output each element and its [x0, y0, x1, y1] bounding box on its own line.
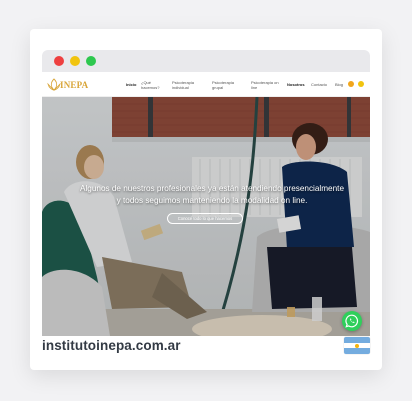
logo-text: INEPA: [60, 80, 89, 90]
hero-cta-button[interactable]: Conocé todo lo que hacemos: [167, 213, 243, 224]
nav-item-nosotros[interactable]: Nosotros: [287, 82, 305, 87]
nav-item-contacto[interactable]: Contacto: [311, 82, 327, 87]
close-dot-icon[interactable]: [54, 56, 64, 66]
hero-line-2: y todos seguimos manteniendo la modalida…: [116, 196, 308, 205]
nav-item-que-hacemos[interactable]: ¿Qué hacemos?: [141, 80, 163, 90]
hero-line-1: Algunos de nuestros profesionales ya est…: [80, 184, 344, 193]
nav-item-psicoterapia-online[interactable]: Psicoterapia on line: [251, 80, 279, 90]
browser-window: INEPA Inicio ¿Qué hacemos? Psicoterapia …: [42, 50, 370, 336]
site-navbar: INEPA Inicio ¿Qué hacemos? Psicoterapia …: [42, 72, 370, 97]
nav-item-psicoterapia-individual[interactable]: Psicoterapia individual: [172, 80, 200, 90]
instagram-icon[interactable]: [348, 81, 354, 87]
argentina-flag-icon: [344, 337, 370, 354]
hero-message: Algunos de nuestros profesionales ya est…: [62, 183, 362, 207]
lotus-logo-icon: [47, 78, 61, 91]
browser-toolbar: [42, 50, 370, 72]
facebook-icon[interactable]: [358, 81, 364, 87]
whatsapp-button[interactable]: [342, 311, 362, 331]
website-card[interactable]: INEPA Inicio ¿Qué hacemos? Psicoterapia …: [30, 29, 382, 370]
site-logo[interactable]: INEPA: [47, 77, 95, 93]
hero-banner: Algunos de nuestros profesionales ya est…: [42, 97, 370, 336]
nav-item-blog[interactable]: Blog: [335, 82, 343, 87]
site-domain-label[interactable]: institutoinepa.com.ar: [42, 338, 181, 353]
maximize-dot-icon[interactable]: [86, 56, 96, 66]
whatsapp-icon: [345, 314, 359, 328]
nav-item-inicio[interactable]: Inicio: [126, 82, 136, 87]
minimize-dot-icon[interactable]: [70, 56, 80, 66]
nav-item-psicoterapia-grupal[interactable]: Psicoterapia grupal: [212, 80, 240, 90]
